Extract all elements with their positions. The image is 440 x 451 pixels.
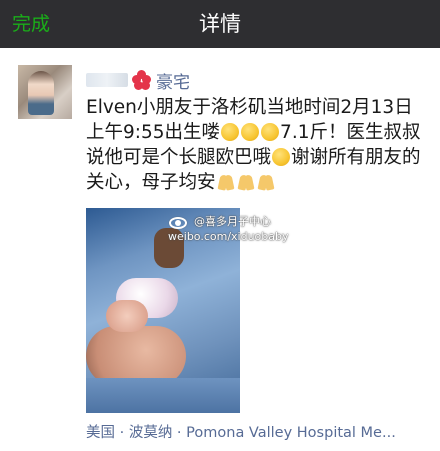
photo-watermark: @喜多月子中心 weibo.com/xiduobaby [168, 214, 298, 244]
location-link[interactable]: 美国 · 波莫纳 · Pomona Valley Hospital Me... [86, 421, 432, 442]
praying-hands-icon [257, 173, 275, 191]
blurred-username [86, 73, 128, 87]
photo-gown [86, 378, 240, 413]
post-text: Elven小朋友于洛杉矶当地时间2月13日上午9:55出生喽 7.1斤！医生叔叔说… [86, 95, 426, 195]
photo-mother [86, 326, 186, 386]
praying-hands-icon [217, 173, 235, 191]
avatar-photo [28, 71, 54, 115]
praying-hands-icon [237, 173, 255, 191]
avatar[interactable] [18, 65, 72, 119]
thinking-face-icon [272, 148, 291, 166]
navigation-bar: 完成 详情 [0, 0, 440, 48]
username-row[interactable]: 豪宅 [86, 68, 190, 93]
moment-detail: 豪宅 Elven小朋友于洛杉矶当地时间2月13日上午9:55出生喽 7.1斤！医生… [0, 48, 440, 451]
surprised-face-icon [261, 123, 280, 141]
surprised-face-icon [241, 123, 260, 141]
surprised-face-icon [221, 123, 240, 141]
weibo-logo-icon [168, 214, 190, 230]
watermark-url: weibo.com/xiduobaby [168, 230, 289, 243]
photo-baby [106, 300, 148, 332]
hibiscus-flower-icon [132, 70, 152, 90]
username[interactable]: 豪宅 [156, 68, 190, 93]
page-title: 详情 [199, 12, 241, 36]
